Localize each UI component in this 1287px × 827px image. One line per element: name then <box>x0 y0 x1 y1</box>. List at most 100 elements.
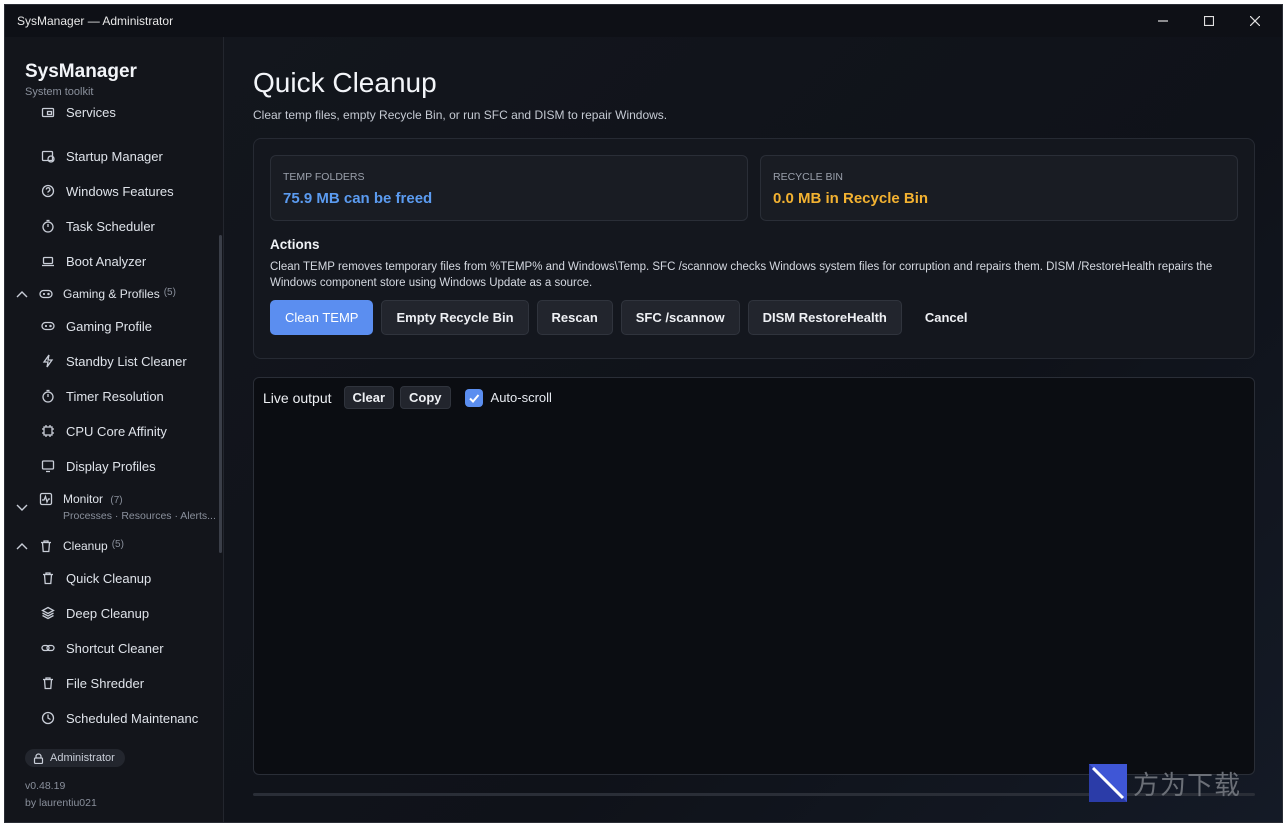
copy-output-button[interactable]: Copy <box>400 386 451 409</box>
stat-label: TEMP FOLDERS <box>283 171 365 183</box>
brand-subtitle: System toolkit <box>25 86 94 98</box>
minimize-icon <box>1158 20 1168 22</box>
recycle-bin-stat: RECYCLE BIN 0.0 MB in Recycle Bin <box>760 155 1238 221</box>
live-output-panel[interactable]: Live output Clear Copy Auto-scroll <box>253 377 1255 775</box>
gamepad-icon <box>39 287 53 301</box>
sidebar-item-display-profiles[interactable]: Display Profiles <box>41 454 156 478</box>
link-icon <box>41 641 55 655</box>
sidebar-item-scheduled-maintenance[interactable]: Scheduled Maintenanc <box>41 706 198 730</box>
sidebar: SysManager System toolkit Services Start… <box>5 37 224 822</box>
stat-label: RECYCLE BIN <box>773 171 844 183</box>
cleanup-card: TEMP FOLDERS 75.9 MB can be freed RECYCL… <box>253 138 1255 359</box>
group-count: (7) <box>110 495 123 506</box>
page-subtitle: Clear temp files, empty Recycle Bin, or … <box>253 108 668 122</box>
sidebar-group-gaming[interactable]: Gaming & Profiles (5) <box>15 287 176 302</box>
auto-scroll-checkbox[interactable] <box>464 388 483 407</box>
maximize-button[interactable] <box>1186 5 1232 37</box>
sidebar-item-cpu-core-affinity[interactable]: CPU Core Affinity <box>41 419 167 443</box>
sidebar-item-deep-cleanup[interactable]: Deep Cleanup <box>41 601 149 625</box>
clear-output-button[interactable]: Clear <box>343 386 395 409</box>
sidebar-item-task-scheduler[interactable]: Task Scheduler <box>41 214 155 238</box>
auto-scroll-label[interactable]: Auto-scroll <box>491 390 552 405</box>
minimize-button[interactable] <box>1140 5 1186 37</box>
page-title: Quick Cleanup <box>253 67 437 98</box>
clean-temp-button[interactable]: Clean TEMP <box>270 300 374 335</box>
sidebar-item-label: Startup Manager <box>66 148 163 164</box>
activity-icon <box>39 492 53 506</box>
version-number: v0.48.19 <box>25 780 66 792</box>
close-button[interactable] <box>1232 5 1278 37</box>
maximize-icon <box>1204 16 1214 26</box>
group-count: (5) <box>111 539 124 550</box>
stat-value: 0.0 MB in Recycle Bin <box>773 190 929 207</box>
sidebar-item-label: Standby List Cleaner <box>66 353 187 369</box>
action-buttons: Clean TEMP Empty Recycle Bin Rescan SFC … <box>270 300 991 335</box>
watermark: 方为下载 <box>1089 764 1241 802</box>
trash-icon <box>41 571 55 585</box>
layers-icon <box>41 606 55 620</box>
trash-icon <box>41 676 55 690</box>
rescan-button[interactable]: Rescan <box>536 300 613 335</box>
temp-folders-stat: TEMP FOLDERS 75.9 MB can be freed <box>270 155 748 221</box>
sidebar-item-label: Timer Resolution <box>66 388 164 404</box>
empty-recycle-bin-button[interactable]: Empty Recycle Bin <box>381 300 529 335</box>
sidebar-group-cleanup[interactable]: Cleanup (5) <box>15 539 124 554</box>
laptop-icon <box>41 254 55 268</box>
output-header: Live output Clear Copy Auto-scroll <box>263 386 552 409</box>
startup-icon <box>41 149 55 163</box>
sidebar-item-timer-resolution[interactable]: Timer Resolution <box>41 384 164 408</box>
brand: SysManager System toolkit <box>25 61 137 98</box>
watermark-text: 方为下载 <box>1133 770 1242 801</box>
close-icon <box>1250 16 1260 26</box>
clock-icon <box>41 711 55 725</box>
sidebar-item-services[interactable]: Services <box>41 107 116 124</box>
sidebar-group-monitor[interactable]: Monitor (7) Processes · Resources · Aler… <box>15 492 216 522</box>
sidebar-nav[interactable]: Services Startup Manager Windows Feature… <box>5 107 224 743</box>
group-label: Cleanup <box>63 539 108 553</box>
question-circle-icon <box>41 184 55 198</box>
sidebar-item-shortcut-cleaner[interactable]: Shortcut Cleaner <box>41 636 164 660</box>
watermark-logo-icon <box>1089 764 1127 802</box>
actions-heading: Actions <box>270 237 320 252</box>
sidebar-item-label: Quick Cleanup <box>66 570 152 586</box>
sidebar-item-label: Gaming Profile <box>66 318 152 334</box>
sidebar-item-boot-analyzer[interactable]: Boot Analyzer <box>41 249 146 273</box>
main-content: Quick Cleanup Clear temp files, empty Re… <box>224 37 1282 822</box>
sidebar-item-label: Boot Analyzer <box>66 253 147 269</box>
dism-restorehealth-button[interactable]: DISM RestoreHealth <box>747 300 902 335</box>
sidebar-item-startup-manager[interactable]: Startup Manager <box>41 144 163 168</box>
sidebar-item-file-shredder[interactable]: File Shredder <box>41 671 144 695</box>
sidebar-item-gaming-profile[interactable]: Gaming Profile <box>41 314 152 338</box>
sidebar-item-quick-cleanup[interactable]: Quick Cleanup <box>41 566 151 590</box>
cpu-icon <box>41 424 55 438</box>
sidebar-item-label: Display Profiles <box>66 458 156 474</box>
version-info: v0.48.19 by laurentiu021 <box>25 778 97 812</box>
window-title: SysManager — Administrator <box>17 14 174 28</box>
sidebar-scrollbar[interactable] <box>219 235 222 553</box>
sidebar-item-label: Windows Features <box>66 183 174 199</box>
lightning-icon <box>41 354 55 368</box>
sfc-scannow-button[interactable]: SFC /scannow <box>620 300 740 335</box>
timer-icon <box>41 389 55 403</box>
brand-name: SysManager <box>25 61 137 82</box>
admin-badge: Administrator <box>25 749 125 767</box>
title-bar[interactable]: SysManager — Administrator <box>5 5 1282 37</box>
chevron-up-icon[interactable] <box>15 540 29 554</box>
trash-icon <box>39 539 53 553</box>
sidebar-item-label: Scheduled Maintenanc <box>66 710 199 726</box>
checkmark-icon <box>468 393 479 403</box>
sidebar-item-label: Deep Cleanup <box>66 605 150 621</box>
sidebar-item-label: CPU Core Affinity <box>66 423 167 439</box>
sidebar-item-windows-features[interactable]: Windows Features <box>41 179 174 203</box>
lock-icon <box>33 752 44 764</box>
cancel-button[interactable]: Cancel <box>910 300 983 335</box>
monitor-icon <box>41 459 55 473</box>
app-window: SysManager — Administrator SysManager Sy… <box>4 4 1283 823</box>
group-description: Processes · Resources · Alerts... <box>63 510 216 522</box>
chevron-down-icon[interactable] <box>15 500 29 514</box>
author: by laurentiu021 <box>25 797 97 809</box>
sidebar-item-standby-list-cleaner[interactable]: Standby List Cleaner <box>41 349 187 373</box>
chevron-up-icon[interactable] <box>15 288 29 302</box>
timer-icon <box>41 219 55 233</box>
admin-badge-label: Administrator <box>50 752 115 764</box>
